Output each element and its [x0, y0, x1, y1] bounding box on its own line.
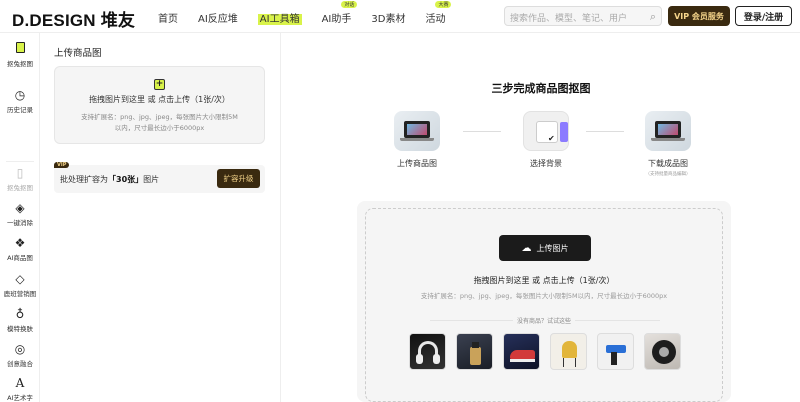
sidebar-item-label: AI艺术字: [7, 394, 33, 402]
plus-icon: +: [154, 79, 165, 90]
step-label: 上传商品图: [397, 159, 437, 168]
step-background: ✔ 选择背景: [506, 111, 586, 169]
sidebar-item-erase[interactable]: ◈ 一键消除: [0, 201, 40, 227]
upload-instruction: 拖拽图片到这里 或 点击上传（1张/次）: [473, 276, 615, 285]
bulb-icon: ♁: [15, 307, 25, 321]
sample-images: [409, 333, 681, 370]
sample-sneaker[interactable]: [503, 333, 540, 370]
sidebar-item-label: 抠兔抠图: [7, 60, 33, 68]
sidebar-item-label: 创意融合: [7, 360, 33, 368]
panel-title: 上传商品图: [54, 48, 102, 59]
sidebar-item-marketing[interactable]: ◇ 鹿班营销图: [0, 272, 40, 298]
sidebar-item-creative-fusion[interactable]: ◎ 创意融合: [0, 342, 40, 368]
step-upload: 上传商品图: [377, 111, 457, 169]
upload-image-button[interactable]: ☁ 上传图片: [499, 235, 591, 261]
top-bar: D.DESIGN 堆友 首页 AI反应堆 AI工具箱 AI助手 对话 3D素材 活…: [0, 0, 800, 33]
step-download: 下载成品图 （支持批量商品编辑）: [628, 111, 708, 177]
upload-format-note: 支持扩展名：png、jpg、jpeg，每张图片大小限制5M: [81, 113, 238, 121]
clock-icon: ◷: [14, 88, 26, 102]
rings-icon: ◎: [14, 342, 26, 356]
eraser-icon: ◈: [15, 201, 25, 215]
sidebar-item-ai-art-text[interactable]: A AI艺术字: [0, 376, 40, 402]
nav-tag-chat: 对话: [341, 1, 358, 8]
nav-ai-assistant[interactable]: AI助手 对话: [322, 1, 358, 25]
step-label: 选择背景: [530, 159, 562, 168]
sample-perfume[interactable]: [456, 333, 493, 370]
sample-headphones[interactable]: [409, 333, 446, 370]
sample-chair[interactable]: [550, 333, 587, 370]
upload-button-label: 上传图片: [536, 243, 569, 253]
search-input[interactable]: 搜索作品、模型、笔记、用户 ⌕: [504, 6, 662, 26]
letter-a-icon: A: [15, 376, 25, 390]
main-area: 三步完成商品图抠图 上传商品图 ✔ 选择背景 下载成品图 （支持批量商品编辑） …: [282, 33, 800, 402]
step-connector: [463, 131, 501, 132]
diamond-icon: ❖: [14, 236, 26, 250]
batch-upgrade-bar: VIP 批处理扩容为「30张」图片 扩容升级: [54, 162, 265, 193]
nav-3d-assets[interactable]: 3D素材: [371, 10, 405, 25]
sidebar-item-cutout[interactable]: 抠兔抠图: [0, 42, 40, 68]
step-label: 下载成品图: [648, 159, 688, 168]
step-connector: [586, 131, 624, 132]
expand-upgrade-button[interactable]: 扩容升级: [217, 169, 260, 188]
left-panel: 上传商品图 + 拖拽图片到这里 或 点击上传（1张/次） 支持扩展名：png、j…: [41, 33, 281, 402]
steps-title: 三步完成商品图抠图: [491, 82, 591, 95]
sidebar-item-label: 一键消除: [7, 219, 33, 227]
book-icon: ▯: [16, 166, 24, 180]
upload-instruction: 拖拽图片到这里 或 点击上传（1张/次）: [89, 95, 230, 104]
step-sub-label: （支持批量商品编辑）: [645, 172, 691, 177]
sample-drill[interactable]: [597, 333, 634, 370]
cutout-icon: [0, 42, 40, 56]
step-download-image: [645, 111, 691, 151]
sidebar-item-model-skin[interactable]: ♁ 模特换肤: [0, 307, 40, 333]
nav-events[interactable]: 活动 大赛: [425, 1, 452, 25]
sidebar-item-ai-product[interactable]: ❖ AI商品图: [0, 236, 40, 262]
sidebar: 抠兔抠图 ◷ 历史记录 ▯ 抠兔抠图 ◈ 一键消除 ❖ AI商品图 ◇ 鹿班营销…: [0, 33, 40, 402]
upload-area: ☁ 上传图片 拖拽图片到这里 或 点击上传（1张/次） 支持扩展名：png、jp…: [357, 201, 731, 402]
batch-value: 「30张」: [108, 175, 144, 184]
vip-button[interactable]: VIP 会员服务: [668, 6, 730, 26]
sidebar-divider: [6, 161, 34, 162]
login-button[interactable]: 登录/注册: [735, 6, 792, 26]
main-nav: 首页 AI反应堆 AI工具箱 AI助手 对话 3D素材 活动 大赛: [158, 1, 465, 25]
sidebar-item-label: 历史记录: [7, 106, 33, 114]
batch-text: 批处理扩容为「30张」图片: [60, 175, 160, 184]
sidebar-item-label: AI商品图: [7, 254, 33, 262]
step-background-image: ✔: [523, 111, 569, 151]
nav-tag-contest: 大赛: [435, 1, 452, 8]
sidebar-item-cutout-2[interactable]: ▯ 抠兔抠图: [0, 166, 40, 192]
nav-ai-toolbox[interactable]: AI工具箱: [257, 10, 302, 25]
upload-dropzone[interactable]: + 拖拽图片到这里 或 点击上传（1张/次） 支持扩展名：png、jpg、jpe…: [54, 66, 265, 144]
sample-tire[interactable]: [644, 333, 681, 370]
logo[interactable]: D.DESIGN 堆友: [12, 6, 135, 31]
step-upload-image: [394, 111, 440, 151]
upload-format-note: 支持扩展名：png、jpg、jpeg，每张图片大小限制5M以内，尺寸最长边小于6…: [420, 292, 668, 300]
upload-dropzone-main[interactable]: ☁ 上传图片 拖拽图片到这里 或 点击上传（1张/次） 支持扩展名：png、jp…: [365, 208, 723, 402]
sidebar-item-label: 抠兔抠图: [7, 184, 33, 192]
sidebar-item-label: 模特换肤: [7, 325, 33, 333]
nav-home[interactable]: 首页: [158, 10, 178, 25]
sidebar-item-history[interactable]: ◷ 历史记录: [0, 88, 40, 114]
vip-badge: VIP: [54, 162, 70, 168]
sidebar-item-label: 鹿班营销图: [3, 290, 37, 298]
search-icon[interactable]: ⌕: [650, 10, 656, 24]
nav-ai-reactor[interactable]: AI反应堆: [198, 10, 238, 25]
upload-size-note: 以内，尺寸最长边小于6000px: [114, 124, 205, 132]
try-samples-label: 没有商品？试试这些: [366, 316, 722, 325]
cloud-upload-icon: ☁: [521, 242, 532, 254]
search-placeholder: 搜索作品、模型、笔记、用户: [510, 14, 628, 24]
layers-icon: ◇: [15, 272, 25, 286]
